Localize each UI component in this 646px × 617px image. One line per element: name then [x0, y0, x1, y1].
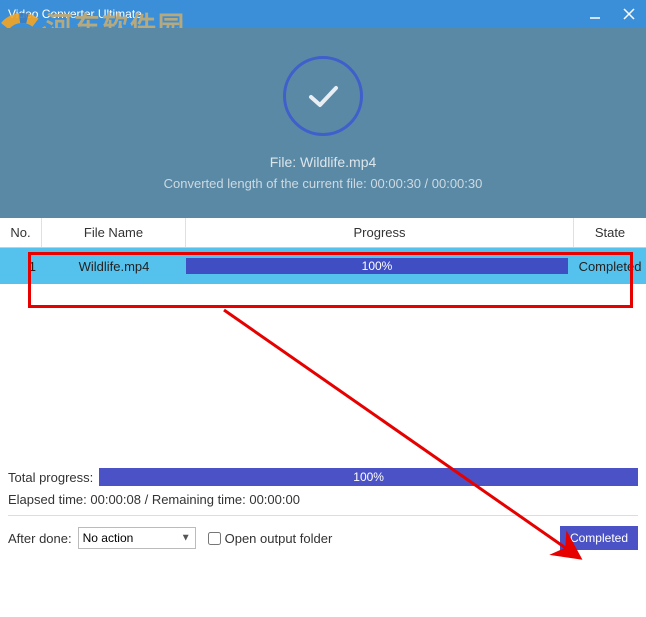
col-header-no[interactable]: No. [0, 218, 42, 247]
total-progress-label: Total progress: [8, 470, 93, 485]
table-header: No. File Name Progress State [0, 218, 646, 248]
row-no: 1 [0, 248, 42, 284]
success-check-icon [283, 56, 363, 136]
current-file-label: File: Wildlife.mp4 [270, 154, 377, 170]
row-state: Completed [574, 248, 646, 284]
divider [8, 515, 638, 516]
completed-button[interactable]: Completed [560, 526, 638, 550]
after-done-label: After done: [8, 531, 72, 546]
total-progress-pct: 100% [353, 470, 384, 484]
summary-section: Total progress: 100% Elapsed time: 00:00… [0, 462, 646, 516]
converted-length-label: Converted length of the current file: 00… [164, 176, 483, 191]
elapsed-remaining-time: Elapsed time: 00:00:08 / Remaining time:… [8, 492, 638, 507]
col-header-progress[interactable]: Progress [186, 218, 574, 247]
open-output-folder-checkbox[interactable] [208, 532, 221, 545]
table-body: 1 Wildlife.mp4 100% Completed [0, 248, 646, 462]
row-progress-bar: 100% [186, 258, 568, 274]
col-header-state[interactable]: State [574, 218, 646, 247]
col-header-filename[interactable]: File Name [42, 218, 186, 247]
titlebar: Video Converter Ultimate [0, 0, 646, 28]
after-done-select[interactable]: No action [78, 527, 196, 549]
open-output-folder-checkbox-wrap[interactable]: Open output folder [208, 531, 333, 546]
footer: After done: No action ▼ Open output fold… [0, 526, 646, 560]
table-row[interactable]: 1 Wildlife.mp4 100% Completed [0, 248, 646, 284]
row-progress-pct: 100% [362, 259, 393, 273]
file-prefix: File: [270, 154, 300, 170]
file-name: Wildlife.mp4 [300, 154, 376, 170]
open-output-folder-label: Open output folder [225, 531, 333, 546]
app-title: Video Converter Ultimate [8, 7, 142, 21]
row-progress-cell: 100% [186, 248, 574, 284]
close-button[interactable] [612, 0, 646, 28]
row-filename: Wildlife.mp4 [42, 248, 186, 284]
total-progress-bar: 100% [99, 468, 638, 486]
status-header: File: Wildlife.mp4 Converted length of t… [0, 28, 646, 218]
minimize-button[interactable] [578, 0, 612, 28]
